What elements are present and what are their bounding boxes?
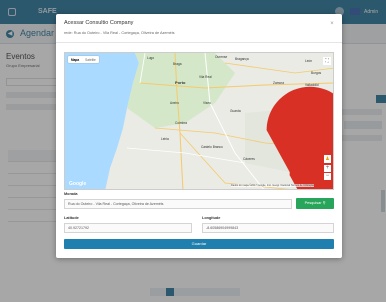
street-view-icon[interactable]: ♟ (324, 155, 331, 163)
map-type-satellite[interactable]: Satélite (82, 56, 99, 63)
close-icon[interactable]: × (328, 20, 336, 28)
map-city-label: Leiria (161, 137, 169, 141)
map-city-label: León (305, 59, 313, 63)
longitude-label: Longitude (202, 216, 221, 220)
search-button[interactable]: Pesquisar ⚲ (296, 198, 334, 209)
search-button-label: Pesquisar (304, 201, 322, 205)
map-attribution[interactable]: Dados do mapa ©2017 Google, Inst. Geogr.… (231, 184, 315, 187)
map-city-label: Bragança (235, 57, 249, 61)
latitude-label: Latitude (64, 216, 79, 220)
modal-title: Acessar Consultio Company (64, 20, 134, 26)
map-type-control: Mapa Satélite (68, 56, 99, 63)
search-icon: ⚲ (322, 201, 326, 205)
map-city-label: Ourense (215, 55, 228, 59)
latitude-input[interactable]: 40.92721792 (64, 223, 192, 233)
modal-divider (56, 42, 342, 43)
address-label: Morada (64, 192, 78, 196)
map-city-label: Lugo (147, 56, 155, 60)
save-button[interactable]: Guardar (64, 239, 334, 249)
google-logo: Google (69, 181, 87, 187)
longitude-input[interactable]: -8.60586904999843 (202, 223, 334, 233)
fullscreen-icon[interactable]: ⛶ (323, 57, 331, 65)
map-view[interactable]: Mapa Satélite ⛶ Porto Braga Vila Real Br… (64, 52, 334, 190)
map-marker-icon[interactable] (203, 119, 334, 190)
location-modal: Acessar Consultio Company rede: Rua do O… (56, 14, 342, 258)
modal-subtitle: rede: Rua do Outeiro - Vila Real - Corte… (64, 31, 175, 35)
map-city-label: Braga (173, 62, 182, 66)
zoom-out-button[interactable]: − (324, 173, 331, 180)
address-input[interactable]: Rua do Outeiro - Vila Real - Cortegaça, … (64, 199, 292, 209)
map-type-map[interactable]: Mapa (68, 56, 82, 63)
zoom-in-button[interactable]: + (324, 165, 331, 172)
